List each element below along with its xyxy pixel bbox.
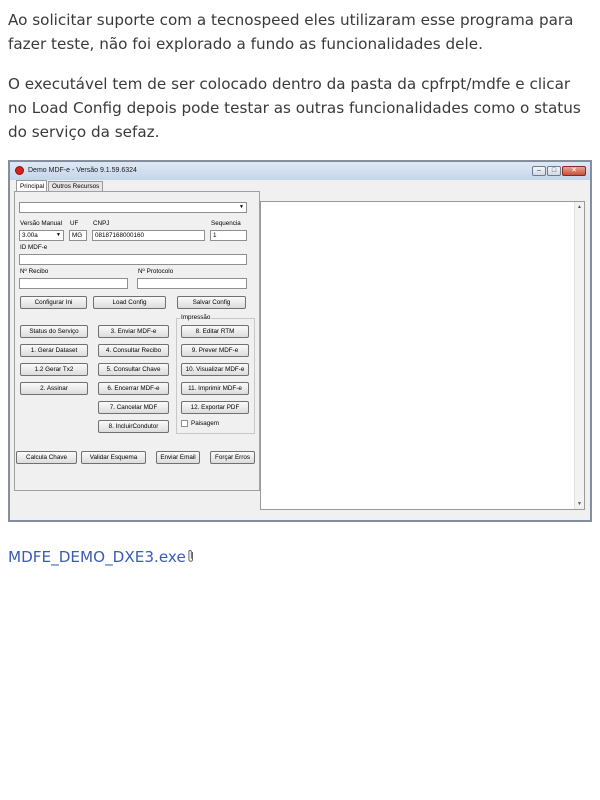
incluir-condutor-button[interactable]: 8. IncluirCondutor (98, 420, 169, 433)
versao-manual-select[interactable]: 3.00a ▼ (19, 230, 64, 241)
cnpj-field[interactable]: 08187168000160 (92, 230, 205, 241)
app-screenshot: Demo MDF-e - Versão 9.1.59.6324 – □ ✕ Pr… (8, 160, 592, 522)
attachment-link[interactable]: MDFE_DEMO_DXE3.exe (8, 546, 195, 568)
protocolo-label: Nº Protocolo (138, 268, 174, 275)
intro-paragraph: Ao solicitar suporte com a tecnospeed el… (8, 11, 574, 53)
paperclip-icon (188, 550, 193, 562)
recibo-label: Nº Recibo (20, 268, 49, 275)
chevron-down-icon: ▼ (56, 232, 61, 238)
load-config-button[interactable]: Load Config (93, 296, 166, 309)
prever-mdfe-button[interactable]: 9. Prever MDF-e (181, 344, 249, 357)
gerar-dataset-button[interactable]: 1. Gerar Dataset (20, 344, 88, 357)
principal-panel: ▼ Versão Manual UF CNPJ Sequencia 3.00a … (14, 191, 260, 491)
scroll-down-icon[interactable]: ▼ (575, 501, 584, 507)
app-logo-icon (15, 166, 24, 175)
scroll-up-icon[interactable]: ▲ (575, 204, 584, 210)
instructions-paragraph: O executável tem de ser colocado dentro … (8, 75, 581, 141)
recibo-field[interactable] (19, 278, 128, 289)
impressao-group-title: Impressão (180, 314, 212, 322)
protocolo-field[interactable] (137, 278, 247, 289)
consultar-chave-button[interactable]: 5. Consultar Chave (98, 363, 169, 376)
imprimir-mdfe-button[interactable]: 11. Imprimir MDF-e (181, 382, 249, 395)
forcar-erros-button[interactable]: Forçar Erros (210, 451, 255, 464)
sequencia-label: Sequencia (211, 220, 241, 227)
paisagem-checkbox[interactable] (181, 420, 188, 427)
app-window: Demo MDF-e - Versão 9.1.59.6324 – □ ✕ Pr… (9, 161, 591, 521)
versao-manual-label: Versão Manual (20, 220, 63, 227)
sequencia-field[interactable]: 1 (210, 230, 247, 241)
close-button[interactable]: ✕ (562, 166, 586, 176)
editar-rtm-button[interactable]: 8. Editar RTM (181, 325, 249, 338)
versao-manual-value: 3.00a (22, 232, 38, 239)
chevron-down-icon: ▼ (239, 204, 244, 210)
window-title: Demo MDF-e - Versão 9.1.59.6324 (28, 167, 137, 174)
log-memo[interactable]: ▲ ▼ (260, 201, 585, 510)
configurar-ini-button[interactable]: Configurar Ini (20, 296, 87, 309)
assinar-button[interactable]: 2. Assinar (20, 382, 88, 395)
uf-label: UF (70, 220, 79, 227)
calcula-chave-button[interactable]: Calcula Chave (16, 451, 77, 464)
salvar-config-button[interactable]: Salvar Config (177, 296, 246, 309)
id-mdfe-label: ID MDF-e (20, 244, 48, 251)
maximize-button[interactable]: □ (547, 166, 561, 176)
validar-esquema-button[interactable]: Validar Esquema (81, 451, 146, 464)
top-select[interactable]: ▼ (19, 202, 247, 213)
enviar-email-button[interactable]: Enviar Email (156, 451, 200, 464)
cnpj-label: CNPJ (93, 220, 110, 227)
gerar-tx2-button[interactable]: 1.2 Gerar Tx2 (20, 363, 88, 376)
minimize-button[interactable]: – (532, 166, 546, 176)
attachment-filename: MDFE_DEMO_DXE3.exe (8, 548, 186, 566)
impressao-group: Impressão 8. Editar RTM 9. Prever MDF-e … (176, 314, 255, 434)
encerrar-mdfe-button[interactable]: 6. Encerrar MDF-e (98, 382, 169, 395)
memo-scrollbar[interactable]: ▲ ▼ (574, 202, 584, 509)
paisagem-label: Paisagem (191, 420, 220, 427)
visualizar-mdfe-button[interactable]: 10. Visualizar MDF-e (181, 363, 249, 376)
uf-field[interactable]: MG (69, 230, 87, 241)
exportar-pdf-button[interactable]: 12. Exportar PDF (181, 401, 249, 414)
cancelar-mdf-button[interactable]: 7. Cancelar MDF (98, 401, 169, 414)
enviar-mdfe-button[interactable]: 3. Enviar MDF-e (98, 325, 169, 338)
consultar-recibo-button[interactable]: 4. Consultar Recibo (98, 344, 169, 357)
title-bar: Demo MDF-e - Versão 9.1.59.6324 – □ ✕ (10, 162, 590, 180)
status-servico-button[interactable]: Status do Serviço (20, 325, 88, 338)
id-mdfe-field[interactable] (19, 254, 247, 265)
